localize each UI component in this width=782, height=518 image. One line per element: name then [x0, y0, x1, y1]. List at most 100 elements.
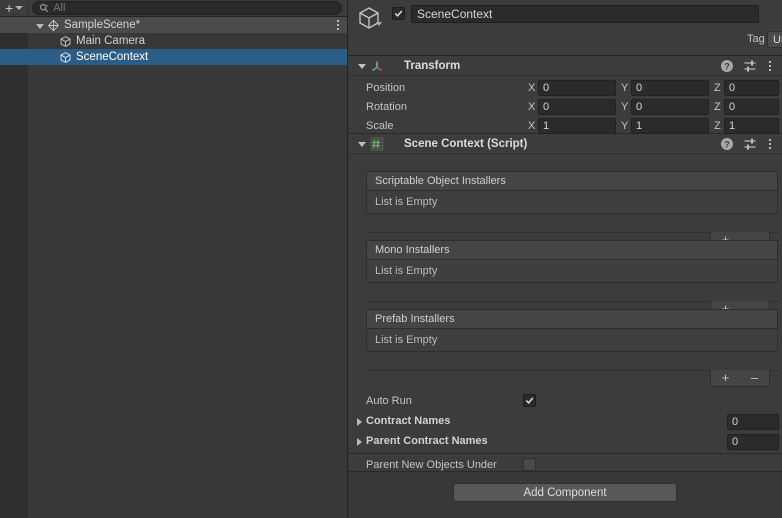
- contract-names-size-input[interactable]: 0: [727, 414, 779, 430]
- scale-y-input[interactable]: 1: [631, 118, 709, 134]
- hierarchy-search-input[interactable]: All: [32, 1, 342, 15]
- gameobject-icon-dropdown-icon[interactable]: [376, 22, 382, 26]
- toolbar-divider: [28, 0, 30, 16]
- auto-run-checkbox[interactable]: [523, 394, 536, 407]
- axis-x-label: X: [528, 101, 536, 113]
- list-empty-label: List is Empty: [375, 265, 438, 277]
- axis-x-label: X: [528, 120, 536, 132]
- add-component-button[interactable]: Add Component: [453, 483, 677, 502]
- list-empty-label: List is Empty: [375, 334, 438, 346]
- hierarchy-row-scenecontext[interactable]: SceneContext: [0, 49, 347, 65]
- position-z-value: 0: [729, 82, 736, 94]
- list-empty-body[interactable]: List is Empty: [366, 190, 778, 214]
- axis-y-label: Y: [621, 101, 629, 113]
- scene-context-component: Scene Context (Script) ? Scriptable Obje…: [348, 134, 782, 454]
- rotation-x-input[interactable]: 0: [538, 99, 616, 115]
- axis-z-label: Z: [714, 120, 721, 132]
- position-z-input[interactable]: 0: [724, 80, 779, 96]
- position-x-value: 0: [543, 82, 550, 94]
- search-icon: [40, 3, 49, 13]
- parent-contract-names-size-input[interactable]: 0: [727, 434, 779, 450]
- rotation-y-input[interactable]: 0: [631, 99, 709, 115]
- checkmark-icon: [525, 397, 534, 404]
- list-empty-body[interactable]: List is Empty: [366, 328, 778, 352]
- foldout-collapsed-icon[interactable]: [357, 438, 362, 446]
- hierarchy-toolbar: + All: [0, 0, 347, 17]
- tag-value: Untagged: [773, 33, 782, 46]
- axis-y-label: Y: [621, 120, 629, 132]
- remove-item-button[interactable]: –: [751, 371, 758, 384]
- unity-editor-window: + All SampleScene* Main Camera SceneCont…: [0, 0, 782, 518]
- add-item-button[interactable]: +: [722, 371, 730, 384]
- hierarchy-row-scene[interactable]: SampleScene*: [0, 17, 347, 33]
- transform-component-body: Position X 0 Y 0 Z 0 Rotation X 0 Y 0 Z …: [348, 76, 782, 134]
- scale-y-value: 1: [636, 120, 643, 132]
- csharp-script-icon: [370, 137, 384, 150]
- foldout-expanded-icon[interactable]: [358, 64, 366, 69]
- transform-component-header[interactable]: Transform ?: [348, 56, 782, 76]
- scale-z-input[interactable]: 1: [724, 118, 779, 134]
- foldout-collapsed-icon[interactable]: [357, 418, 362, 426]
- scene-context-title: Scene Context (Script): [404, 137, 528, 150]
- add-component-area: Add Component: [348, 471, 782, 518]
- hierarchy-tree: SampleScene* Main Camera SceneContext: [0, 17, 347, 518]
- contract-names-label: Contract Names: [366, 415, 451, 427]
- add-component-label: Add Component: [523, 486, 607, 499]
- list-header-label: Prefab Installers: [375, 313, 455, 325]
- auto-run-row: Auto Run: [348, 392, 782, 411]
- axis-z-label: Z: [714, 82, 721, 94]
- scene-context-menu-button[interactable]: [337, 17, 339, 33]
- hierarchy-search-placeholder: All: [53, 2, 66, 14]
- scale-x-value: 1: [543, 120, 550, 132]
- rotation-x-value: 0: [543, 101, 550, 113]
- rotation-z-value: 0: [729, 101, 736, 113]
- svg-text:?: ?: [724, 140, 730, 150]
- create-gameobject-button[interactable]: +: [2, 1, 27, 16]
- parent-new-objects-label: Parent New Objects Under: [366, 459, 497, 471]
- chevron-down-icon: [15, 6, 24, 10]
- transform-component: Transform ? Position X 0 Y 0 Z 0 Rotatio…: [348, 56, 782, 134]
- kebab-menu-icon[interactable]: [766, 59, 774, 73]
- list-empty-label: List is Empty: [375, 196, 438, 208]
- plus-icon: +: [5, 0, 14, 16]
- kebab-menu-icon[interactable]: [766, 137, 774, 151]
- axis-y-label: Y: [621, 82, 629, 94]
- help-icon[interactable]: ?: [720, 137, 734, 151]
- checkmark-icon: [394, 10, 403, 17]
- rotation-z-input[interactable]: 0: [724, 99, 779, 115]
- gameobject-cube-icon: [359, 7, 379, 29]
- inspector-header: SceneContext Static Tag Untagged Layer D…: [348, 0, 782, 56]
- list-header[interactable]: Scriptable Object Installers: [366, 171, 778, 190]
- scene-context-component-header[interactable]: Scene Context (Script) ?: [348, 134, 782, 154]
- help-icon[interactable]: ?: [720, 59, 734, 73]
- scriptable-object-installers-list: Scriptable Object Installers List is Emp…: [366, 171, 778, 214]
- contract-names-row: Contract Names 0: [348, 412, 782, 431]
- preset-sliders-icon[interactable]: [743, 137, 757, 151]
- unity-scene-icon: [48, 19, 59, 31]
- parent-new-objects-checkbox[interactable]: [523, 458, 536, 471]
- rotation-y-value: 0: [636, 101, 643, 113]
- inspector-panel: SceneContext Static Tag Untagged Layer D…: [348, 0, 782, 518]
- gameobject-enabled-checkbox[interactable]: [392, 7, 405, 20]
- tag-dropdown[interactable]: Untagged: [767, 31, 782, 48]
- position-label: Position: [366, 82, 406, 94]
- list-empty-body[interactable]: List is Empty: [366, 259, 778, 283]
- preset-sliders-icon[interactable]: [743, 59, 757, 73]
- gameobject-name-input[interactable]: SceneContext: [411, 5, 759, 23]
- hierarchy-row-main-camera[interactable]: Main Camera: [0, 33, 347, 49]
- list-header[interactable]: Mono Installers: [366, 240, 778, 259]
- hierarchy-panel: + All SampleScene* Main Camera SceneCont…: [0, 0, 348, 518]
- parent-contract-names-row: Parent Contract Names 0: [348, 432, 782, 451]
- contract-names-size-value: 0: [732, 416, 739, 428]
- parent-contract-names-size-value: 0: [732, 436, 739, 448]
- auto-run-label: Auto Run: [366, 395, 412, 407]
- axis-x-label: X: [528, 82, 536, 94]
- position-x-input[interactable]: 0: [538, 80, 616, 96]
- foldout-expanded-icon[interactable]: [36, 23, 44, 29]
- scale-x-input[interactable]: 1: [538, 118, 616, 134]
- foldout-expanded-icon[interactable]: [358, 142, 366, 147]
- position-y-input[interactable]: 0: [631, 80, 709, 96]
- list-header[interactable]: Prefab Installers: [366, 309, 778, 328]
- hierarchy-row-label: SampleScene*: [64, 19, 141, 31]
- transform-title: Transform: [404, 59, 461, 72]
